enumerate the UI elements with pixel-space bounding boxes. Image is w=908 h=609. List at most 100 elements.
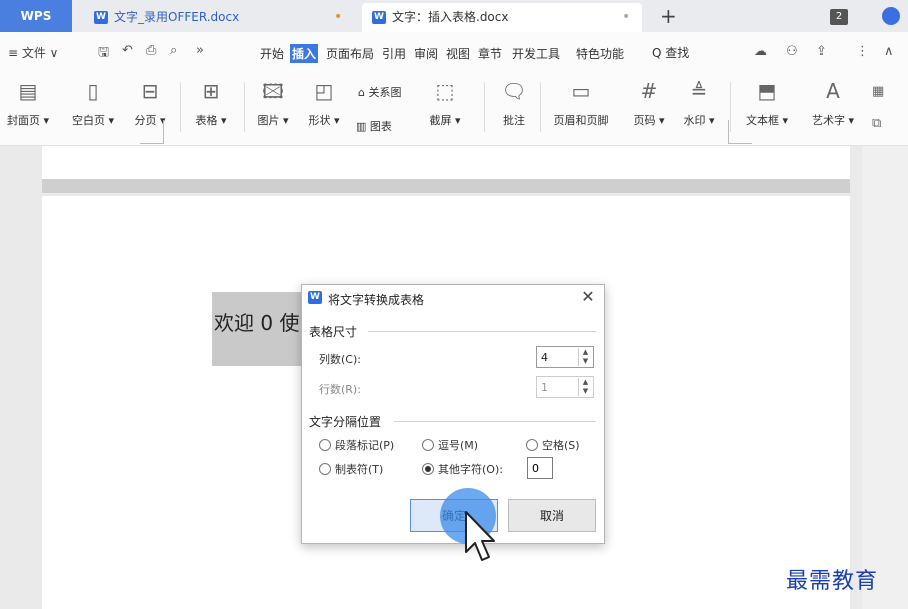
ribbon-divider bbox=[244, 82, 245, 132]
tab-dot-icon: • bbox=[622, 9, 631, 25]
new-tab-plus-icon[interactable]: + bbox=[660, 2, 677, 30]
search-button[interactable]: Q 查找 bbox=[652, 44, 689, 61]
radio-icon bbox=[526, 439, 538, 451]
table-icon: ⊞ bbox=[202, 79, 220, 103]
radio-checked-icon bbox=[422, 463, 434, 475]
chart-icon: ▥ bbox=[356, 120, 370, 133]
word-art-button[interactable]: A 艺术字 ▾ bbox=[804, 78, 862, 128]
stepper-arrows-icon[interactable]: ▲ ▼ bbox=[578, 348, 592, 366]
tab-page-layout[interactable]: 页面布局 bbox=[326, 45, 374, 62]
page-break-icon: ⊟ bbox=[141, 79, 159, 103]
tab-special-features[interactable]: 特色功能 bbox=[576, 45, 624, 62]
screenshot-button[interactable]: ⬚ 截屏 ▾ bbox=[420, 78, 470, 128]
columns-input[interactable] bbox=[541, 349, 577, 365]
dialog-title: 将文字转换成表格 bbox=[328, 293, 425, 307]
object-icon[interactable]: ⧉ bbox=[872, 116, 881, 131]
cover-page-button[interactable]: ▤ 封面页 ▾ bbox=[0, 78, 56, 128]
watermark-button[interactable]: ≜ 水印 ▾ bbox=[676, 78, 722, 128]
tab-insert[interactable]: 插入 bbox=[290, 44, 319, 63]
collaborate-icon[interactable]: ⚇ bbox=[786, 44, 798, 59]
radio-paragraph-mark[interactable]: 段落标记(P) bbox=[319, 437, 394, 453]
writer-icon: W bbox=[94, 11, 108, 24]
tab-references[interactable]: 引用 bbox=[382, 45, 406, 62]
tab-review[interactable]: 审阅 bbox=[414, 45, 438, 62]
page-number-icon: # bbox=[640, 79, 658, 103]
doc-tab-insert-table[interactable]: W 文字：插入表格.docx bbox=[362, 3, 642, 32]
radio-space[interactable]: 空格(S) bbox=[526, 437, 580, 453]
vertical-scrollbar[interactable] bbox=[862, 146, 908, 609]
save-icon[interactable]: 🖫 bbox=[98, 43, 109, 65]
mouse-cursor-icon bbox=[465, 511, 495, 561]
share-icon[interactable]: ⇪ bbox=[816, 44, 827, 59]
cloud-icon[interactable]: ☁ bbox=[754, 44, 767, 59]
tab-home[interactable]: 开始 bbox=[260, 45, 284, 62]
comment-button[interactable]: 🗨 批注 bbox=[492, 78, 536, 128]
print-icon[interactable]: ⎙ bbox=[146, 43, 156, 58]
tab-view[interactable]: 视图 bbox=[446, 45, 470, 62]
text-box-icon: ⬒ bbox=[757, 79, 777, 103]
file-menu-button[interactable]: ≡ 文件 ∨ bbox=[8, 44, 58, 61]
collapse-ribbon-icon[interactable]: ∧ bbox=[884, 44, 894, 59]
table-size-group-title: 表格尺寸 bbox=[309, 325, 358, 339]
ribbon-divider bbox=[484, 82, 485, 132]
more-icon[interactable]: ⋮ bbox=[856, 44, 869, 59]
columns-stepper[interactable]: ▲▼ bbox=[536, 346, 594, 368]
picture-icon: 🖾 bbox=[262, 79, 284, 103]
radio-comma[interactable]: 逗号(M) bbox=[422, 437, 478, 453]
rows-input bbox=[541, 379, 577, 395]
blank-page-button[interactable]: ▯ 空白页 ▾ bbox=[64, 78, 122, 128]
shape-button[interactable]: ◰ 形状 ▾ bbox=[300, 78, 348, 128]
stepper-arrows-icon: ▲ ▼ bbox=[578, 378, 592, 396]
page-number-button[interactable]: # 页码 ▾ bbox=[626, 78, 672, 128]
smartart-button[interactable]: ⌂ 关系图 bbox=[358, 84, 401, 100]
dialog-title-bar[interactable]: W 将文字转换成表格 ✕ bbox=[302, 285, 604, 311]
separator-group-title: 文字分隔位置 bbox=[309, 415, 382, 429]
more-quick-access-icon[interactable]: » bbox=[196, 43, 204, 58]
smartart-icon: ⌂ bbox=[358, 86, 369, 99]
tab-developer[interactable]: 开发工具 bbox=[512, 45, 560, 62]
date-icon[interactable]: ▦ bbox=[872, 84, 884, 99]
preview-icon[interactable]: ⌕ bbox=[170, 43, 177, 58]
radio-icon bbox=[319, 439, 331, 451]
radio-other-character[interactable]: 其他字符(O): bbox=[422, 461, 503, 477]
tab-chapter[interactable]: 章节 bbox=[478, 45, 502, 62]
margin-corner-top-right bbox=[728, 120, 752, 144]
group-divider bbox=[394, 421, 596, 422]
other-character-input[interactable] bbox=[527, 457, 553, 479]
chart-button[interactable]: ▥ 图表 bbox=[356, 118, 392, 134]
rows-stepper: ▲▼ bbox=[536, 376, 594, 398]
window-count-badge[interactable]: 2 bbox=[830, 9, 848, 25]
unsaved-dot-icon: • bbox=[334, 9, 343, 25]
undo-icon[interactable]: ↶ bbox=[122, 43, 133, 58]
screenshot-icon: ⬚ bbox=[435, 79, 455, 103]
header-footer-icon: ▭ bbox=[571, 79, 591, 103]
doc-tab-label: 文字：插入表格.docx bbox=[392, 10, 509, 24]
table-button[interactable]: ⊞ 表格 ▾ bbox=[186, 78, 236, 128]
radio-icon bbox=[422, 439, 434, 451]
ribbon-divider bbox=[180, 82, 181, 132]
shape-icon: ◰ bbox=[314, 79, 334, 103]
writer-icon: W bbox=[308, 291, 322, 304]
ribbon-divider bbox=[540, 82, 541, 132]
doc-tab-offer[interactable]: W 文字_录用OFFER.docx bbox=[84, 3, 346, 32]
cancel-button[interactable]: 取消 bbox=[508, 499, 596, 532]
columns-label: 列数(C): bbox=[319, 353, 361, 366]
page-gap bbox=[42, 179, 850, 193]
header-footer-button[interactable]: ▭ 页眉和页脚 bbox=[546, 78, 616, 128]
selected-text[interactable]: 欢迎 0 使 bbox=[212, 292, 312, 366]
rows-label: 行数(R): bbox=[319, 383, 361, 396]
doc-tab-label: 文字_录用OFFER.docx bbox=[114, 10, 240, 24]
cover-page-icon: ▤ bbox=[18, 79, 38, 103]
word-art-icon: A bbox=[826, 79, 840, 103]
radio-tab[interactable]: 制表符(T) bbox=[319, 461, 383, 477]
picture-button[interactable]: 🖾 图片 ▾ bbox=[250, 78, 296, 128]
wps-home-tab[interactable]: WPS bbox=[0, 0, 72, 32]
previous-page-bottom bbox=[42, 146, 850, 179]
user-avatar[interactable] bbox=[882, 7, 900, 25]
writer-icon: W bbox=[372, 11, 386, 24]
close-icon[interactable]: ✕ bbox=[578, 287, 598, 306]
watermark-icon: ≜ bbox=[690, 79, 708, 103]
blank-page-icon: ▯ bbox=[87, 79, 99, 103]
comment-icon: 🗨 bbox=[501, 79, 527, 103]
menu-bar: ≡ 文件 ∨ 🖫 ↶ ⎙ ⌕ » 开始 插入 页面布局 引用 审阅 视图 章节 … bbox=[0, 32, 908, 72]
